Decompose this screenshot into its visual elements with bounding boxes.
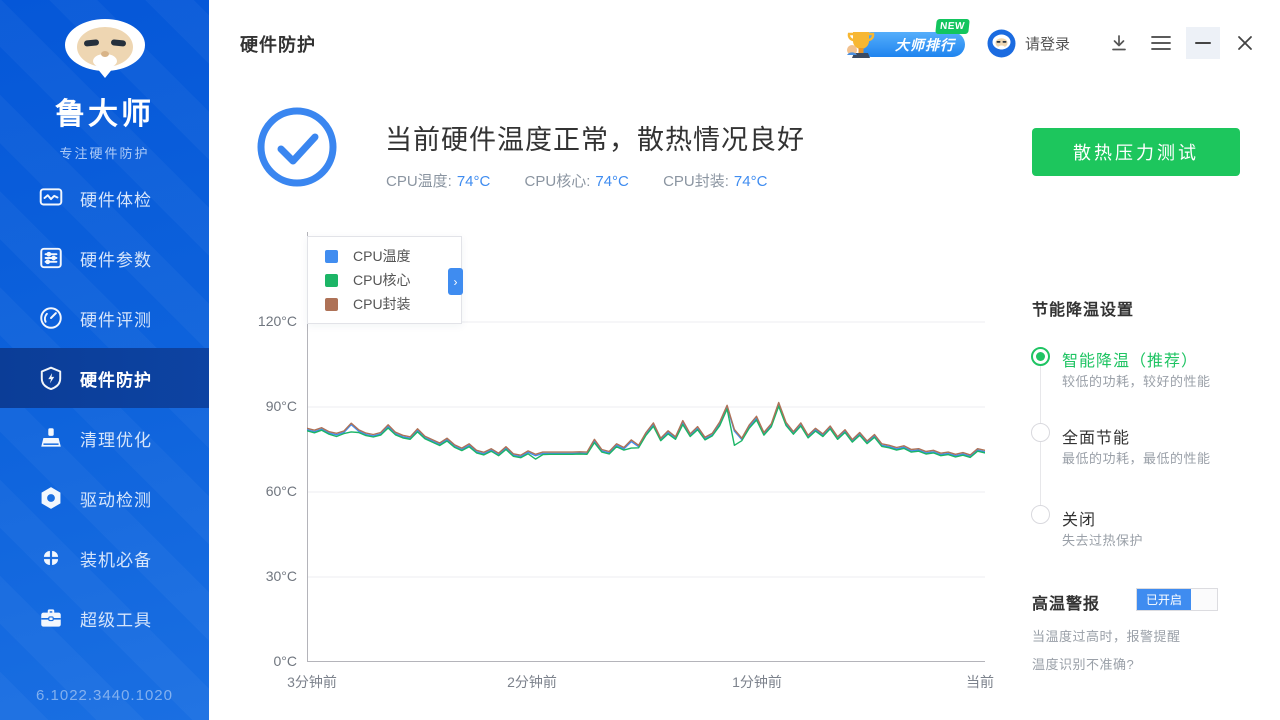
metric-cpu-package: CPU封装:74°C	[663, 170, 767, 191]
sidebar-item-driver-detect[interactable]: 驱动检测	[0, 468, 209, 528]
sidebar-item-hardware-checkup[interactable]: 硬件体检	[0, 168, 209, 228]
master-ranking-button[interactable]: 大师排行 NEW	[843, 24, 965, 62]
sidebar-item-essential-software[interactable]: 装机必备	[0, 528, 209, 588]
titlebar-controls: 大师排行 NEW 请登录	[843, 24, 1262, 62]
close-button[interactable]	[1228, 27, 1262, 59]
sidebar-menu: 硬件体检 硬件参数 硬件评测 硬件防护	[0, 168, 209, 648]
download-icon	[1109, 33, 1129, 53]
petals-icon	[38, 545, 64, 571]
nut-icon	[38, 485, 64, 511]
status-ok-icon	[257, 107, 337, 187]
option-smart-cooling-label: 智能降温（推荐）	[1062, 347, 1198, 371]
temp-accuracy-link[interactable]: 温度识别不准确?	[1032, 654, 1134, 673]
sidebar-item-label: 超级工具	[80, 606, 152, 631]
legend-swatch-brown	[325, 298, 338, 311]
app-slogan: 专注硬件防护	[0, 143, 209, 162]
option-off-label: 关闭	[1062, 506, 1096, 530]
sidebar-item-hardware-params[interactable]: 硬件参数	[0, 228, 209, 288]
sidebar-item-label: 装机必备	[80, 546, 152, 571]
x-tick-1min: 1分钟前	[732, 672, 782, 692]
alarm-description: 当温度过高时，报警提醒	[1032, 626, 1181, 645]
cooling-stress-test-button[interactable]: 散热压力测试	[1032, 128, 1240, 176]
sliders-icon	[38, 245, 64, 271]
chart-legend: CPU温度 CPU核心 CPU封装 ›	[307, 236, 462, 324]
legend-item-cpu-core[interactable]: CPU核心	[308, 268, 461, 292]
minimize-icon	[1195, 41, 1211, 45]
alarm-toggle-knob	[1191, 589, 1217, 610]
legend-item-cpu-temp[interactable]: CPU温度	[308, 244, 461, 268]
login-button[interactable]: 请登录	[987, 29, 1070, 58]
radio-full-powersave[interactable]	[1031, 423, 1050, 442]
y-tick-30: 30°C	[245, 568, 297, 584]
option-smart-cooling-desc: 较低的功耗，较好的性能	[1062, 371, 1211, 390]
ludashi-mascot-icon	[61, 18, 149, 80]
radio-smart-cooling[interactable]	[1031, 347, 1050, 366]
high-temp-alarm-title: 高温警报	[1032, 590, 1100, 614]
app-logo: 鲁大师 专注硬件防护	[0, 18, 209, 162]
x-tick-2min: 2分钟前	[507, 672, 557, 692]
download-button[interactable]	[1102, 27, 1136, 59]
gauge-icon	[38, 305, 64, 331]
broom-icon	[38, 425, 64, 451]
cpu-metrics: CPU温度:74°C CPU核心:74°C CPU封装:74°C	[386, 170, 797, 191]
minimize-button[interactable]	[1186, 27, 1220, 59]
option-full-powersave-label: 全面节能	[1062, 424, 1130, 448]
option-full-powersave-desc: 最低的功耗，最低的性能	[1062, 448, 1211, 467]
main-menu-button[interactable]	[1144, 27, 1178, 59]
cooling-settings-title: 节能降温设置	[1032, 296, 1134, 320]
y-tick-120: 120°C	[245, 313, 297, 329]
sidebar-item-label: 硬件参数	[80, 246, 152, 271]
y-tick-90: 90°C	[245, 398, 297, 414]
trophy-icon	[843, 26, 879, 62]
close-icon	[1237, 35, 1253, 51]
status-headline: 当前硬件温度正常，散热情况良好	[385, 118, 805, 157]
toolbox-icon	[38, 605, 64, 631]
app-version: 6.1022.3440.1020	[0, 687, 209, 704]
alarm-toggle[interactable]: 已开启	[1136, 588, 1218, 611]
shield-bolt-icon	[38, 365, 64, 391]
legend-swatch-blue	[325, 250, 338, 263]
option-off-desc: 失去过热保护	[1062, 530, 1143, 549]
y-tick-60: 60°C	[245, 483, 297, 499]
page-title: 硬件防护	[240, 31, 316, 57]
sidebar-item-label: 清理优化	[80, 426, 152, 451]
metric-cpu-core: CPU核心:74°C	[525, 170, 629, 191]
hamburger-menu-icon	[1151, 35, 1171, 51]
x-tick-3min: 3分钟前	[287, 672, 337, 692]
sidebar-item-label: 硬件评测	[80, 306, 152, 331]
sidebar-item-hardware-protection[interactable]: 硬件防护	[0, 348, 209, 408]
sidebar-item-label: 硬件体检	[80, 186, 152, 211]
sidebar: 鲁大师 专注硬件防护 硬件体检 硬件参数 硬件评测	[0, 0, 209, 720]
sidebar-item-label: 硬件防护	[80, 366, 152, 391]
sidebar-item-label: 驱动检测	[80, 486, 152, 511]
master-ranking-label: 大师排行	[895, 35, 955, 55]
login-label: 请登录	[1025, 33, 1070, 54]
x-tick-now: 当前	[966, 672, 994, 692]
legend-item-cpu-package[interactable]: CPU封装	[308, 292, 461, 316]
legend-expand-button[interactable]: ›	[448, 268, 463, 295]
sidebar-item-hardware-benchmark[interactable]: 硬件评测	[0, 288, 209, 348]
y-tick-0: 0°C	[245, 653, 297, 669]
metric-cpu-temp: CPU温度:74°C	[386, 170, 490, 191]
app-window: 鲁大师 专注硬件防护 硬件体检 硬件参数 硬件评测	[0, 0, 1280, 720]
radio-off[interactable]	[1031, 505, 1050, 524]
legend-swatch-green	[325, 274, 338, 287]
app-name: 鲁大师	[0, 89, 209, 133]
alarm-toggle-state: 已开启	[1137, 589, 1191, 610]
sidebar-item-super-tools[interactable]: 超级工具	[0, 588, 209, 648]
sidebar-item-clean-optimize[interactable]: 清理优化	[0, 408, 209, 468]
monitor-pulse-icon	[38, 185, 64, 211]
avatar-icon	[987, 29, 1016, 58]
new-badge: NEW	[935, 19, 969, 34]
